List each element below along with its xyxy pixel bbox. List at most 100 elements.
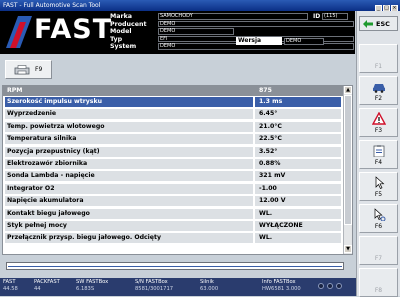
function-key-f8-button[interactable]: F8	[359, 268, 398, 297]
status-cell: PACKFAST 44	[34, 279, 60, 293]
table-row[interactable]: Elektrozawór zbiornika 0.88%	[3, 159, 343, 170]
esc-button[interactable]: ESC	[359, 16, 398, 31]
f9-label: F9	[35, 66, 43, 73]
function-key-f1-button[interactable]: F1	[359, 44, 398, 73]
table-row[interactable]: Styk pełnej mocy WYŁĄCZONE	[3, 221, 343, 232]
label-marka: Marka	[110, 13, 133, 20]
scroll-thumb[interactable]	[344, 95, 352, 225]
car-icon	[373, 84, 385, 93]
id-value: (115)	[322, 13, 348, 20]
function-key-f7-button[interactable]: F7	[359, 236, 398, 265]
label-typ: Typ	[110, 35, 123, 43]
parameter-name: Temp. powietrza wlotowego	[5, 121, 253, 132]
status-cell: SW FASTBox 6.183S	[76, 279, 108, 293]
status-label: Silnik	[200, 279, 214, 285]
status-value: 44.58	[3, 286, 18, 292]
printer-icon	[14, 65, 30, 75]
parameter-value: 0.88%	[255, 159, 341, 169]
table-row[interactable]: Pozycja przepustnicy (kąt) 3.52°	[3, 146, 343, 158]
table-row[interactable]: Sonda Lambda - napięcie 321 mV	[3, 171, 343, 182]
esc-label: ESC	[376, 20, 390, 28]
logo-swoosh-icon	[6, 16, 32, 48]
table-row[interactable]: Temperatura silnika 22.5°C	[3, 134, 343, 145]
scroll-up-arrow-icon[interactable]: ▲	[344, 86, 352, 94]
id-label: ID	[313, 13, 321, 20]
function-key-f6-button[interactable]: F6	[359, 204, 398, 233]
parameter-name: Pozycja przepustnicy (kąt)	[5, 146, 253, 157]
function-key-label: F6	[374, 223, 383, 230]
status-led-1-icon	[318, 283, 324, 289]
parameter-value: WL.	[255, 233, 341, 244]
value-producent: DEMO	[158, 20, 354, 27]
function-key-f3-button[interactable]: F3	[359, 108, 398, 137]
f9-button[interactable]: F9	[5, 60, 52, 79]
status-led-3-icon	[336, 283, 342, 289]
value-model: DEMO	[158, 28, 234, 35]
status-cell: Silnik 63.000	[200, 279, 218, 293]
label-producent: Producent	[110, 20, 147, 28]
status-label: Info FASTBox	[262, 279, 296, 285]
parameter-name: Przełącznik przysp. biegu jałowego. Odci…	[5, 233, 253, 244]
parameter-value: 3.52°	[255, 146, 341, 157]
function-key-label: F7	[374, 255, 383, 262]
function-key-label: F1	[374, 63, 383, 70]
cursor-settings-icon	[374, 208, 386, 221]
status-value: 6.183S	[76, 286, 95, 292]
table-row[interactable]: Napięcie akumulatora 12.00 V	[3, 196, 343, 207]
parameter-name: Szerokość impulsu wtrysku	[5, 97, 253, 107]
vehicle-info-header: FAST Marka Producent Model Typ System SA…	[0, 11, 355, 54]
header-name: RPM	[7, 87, 23, 94]
function-key-label: F5	[374, 191, 383, 198]
cursor-icon	[375, 176, 385, 189]
status-label: FAST	[3, 279, 16, 285]
header-value: 875	[259, 87, 272, 94]
parameter-name: Integrator O2	[5, 183, 253, 194]
function-key-label: F2	[374, 95, 383, 102]
function-key-f5-button[interactable]: F5	[359, 172, 398, 201]
parameter-value: 22.5°C	[255, 134, 341, 145]
table-row[interactable]: Szerokość impulsu wtrysku 1.3 ms	[3, 97, 343, 108]
status-bar: FAST 44.58 PACKFAST 44 SW FASTBox 6.183S S/N F…	[0, 278, 356, 296]
parameter-value: 6.45°	[255, 109, 341, 120]
label-model: Model	[110, 28, 132, 35]
table-row[interactable]: Integrator O2 -1.00	[3, 183, 343, 195]
table-row[interactable]: Kontakt biegu jałowego WL.	[3, 208, 343, 220]
parameter-value: -1.00	[255, 183, 341, 194]
parameter-name: Wyprzedzenie	[5, 109, 253, 120]
parameter-value: 1.3 ms	[255, 97, 341, 107]
parameter-value: 321 mV	[255, 171, 341, 182]
function-key-f4-button[interactable]: F4	[359, 140, 398, 169]
status-led-2-icon	[327, 283, 333, 289]
status-value: 44	[34, 286, 41, 292]
function-key-label: F4	[374, 159, 383, 166]
table-row[interactable]: Temp. powietrza wlotowego 21.0°C	[3, 121, 343, 133]
function-key-label: F8	[374, 287, 383, 294]
function-key-sidebar: ESC F1 F2 F3 F4 F5 F6 F7 F8	[356, 11, 400, 297]
horizontal-scroll-bar[interactable]	[6, 262, 344, 270]
table-row[interactable]: Przełącznik przysp. biegu jałowego. Odci…	[3, 233, 343, 244]
status-cell: Info FASTBox HW6581 3.000	[262, 279, 301, 293]
status-cell: S/N FASTBox 8581/3001717	[135, 279, 173, 293]
window-title: FAST - Full Automotive Scan Tool	[3, 2, 101, 9]
table-header-row: RPM 875	[3, 86, 343, 96]
value-marka: SAMOCHODY	[158, 13, 308, 20]
parameters-table: RPM 875 Szerokość impulsu wtrysku 1.3 ms W…	[2, 85, 353, 255]
parameter-name: Temperatura silnika	[5, 134, 253, 145]
function-key-f2-button[interactable]: F2	[359, 76, 398, 105]
warning-icon	[372, 112, 386, 125]
status-label: S/N FASTBox	[135, 279, 168, 285]
vertical-scrollbar[interactable]: ▲ ▼	[343, 86, 352, 254]
status-value: 63.000	[200, 286, 219, 292]
scroll-down-arrow-icon[interactable]: ▼	[344, 245, 352, 253]
parameter-value: 12.00 V	[255, 196, 341, 207]
logo-text: FAST	[34, 14, 113, 45]
table-row[interactable]: Wyprzedzenie 6.45°	[3, 109, 343, 120]
parameter-name: Kontakt biegu jałowego	[5, 208, 253, 219]
function-key-label: F3	[374, 127, 383, 134]
status-label: PACKFAST	[34, 279, 60, 285]
status-value: HW6581 3.000	[262, 286, 301, 292]
clipboard-icon	[373, 145, 385, 157]
title-bar: FAST - Full Automotive Scan Tool _ □ ×	[0, 0, 400, 12]
status-value: 8581/3001717	[135, 286, 174, 292]
status-label: SW FASTBox	[76, 279, 109, 285]
